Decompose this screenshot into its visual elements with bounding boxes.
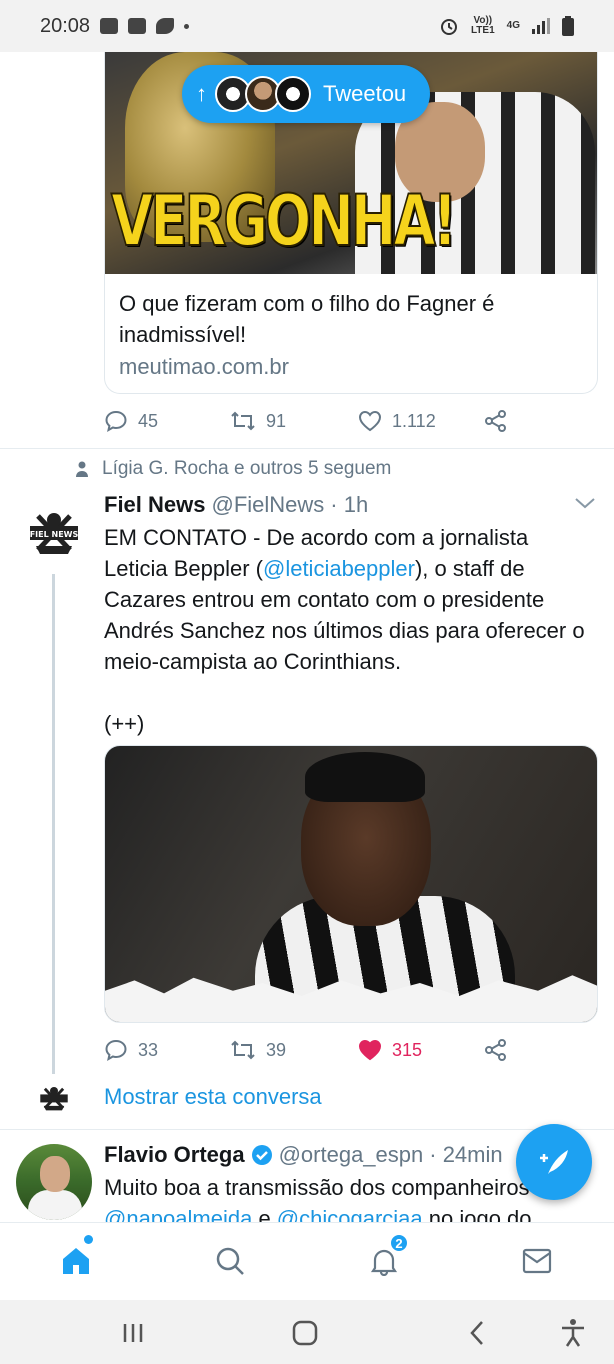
card-image-headline: VERGONHA! [110, 179, 458, 263]
nav-home[interactable] [56, 1235, 96, 1281]
tweet1-actions: 45 91 1.112 [104, 406, 524, 436]
status-left-icons [100, 18, 190, 34]
home-icon [63, 1248, 89, 1274]
mention-link[interactable]: @chicogarciaa [277, 1206, 423, 1222]
avatar [275, 76, 311, 112]
social-context-text: Lígia G. Rocha e outros 5 seguem [102, 458, 392, 479]
like-count: 315 [392, 1039, 423, 1060]
avatar [40, 1087, 68, 1111]
recent-apps-button[interactable] [118, 1318, 148, 1348]
compose-tweet-button[interactable] [516, 1124, 592, 1200]
system-navigation-bar [0, 1300, 614, 1364]
more-notifications-icon [184, 23, 190, 29]
compose-feather-icon [540, 1150, 568, 1174]
share-button[interactable] [484, 1038, 508, 1062]
author-name[interactable]: Fiel News [104, 492, 205, 518]
back-button[interactable] [462, 1318, 492, 1348]
retweet-button[interactable]: 39 [230, 1038, 286, 1062]
avatar[interactable]: FIEL NEWS [26, 506, 82, 562]
social-context[interactable]: Lígia G. Rocha e outros 5 seguem [76, 458, 391, 480]
retweet-button[interactable]: 91 [230, 409, 286, 433]
reply-icon [105, 1039, 127, 1061]
tweet-header: Fiel News @FielNews · 1h [104, 492, 368, 518]
card-domain: meutimao.com.br [119, 354, 289, 379]
share-icon [485, 1039, 506, 1061]
tweet-header: Flavio Ortega @ortega_espn · 24min [104, 1142, 503, 1168]
search-icon [216, 1247, 244, 1275]
retweet-icon [231, 411, 255, 431]
author-handle[interactable]: @FielNews [211, 492, 324, 518]
status-bar: 20:08 Vo)) LTE1 4G [0, 0, 614, 52]
reply-button[interactable]: 33 [104, 1038, 158, 1062]
tweet-divider [0, 1129, 614, 1130]
tweet2-actions: 33 39 315 [104, 1035, 524, 1065]
player-hair-shape [305, 752, 425, 802]
nav-notifications[interactable]: 2 [364, 1233, 409, 1281]
network-type: 4G [506, 20, 520, 31]
retweet-count: 91 [266, 410, 287, 431]
status-right-icons: Vo)) LTE1 4G [439, 16, 574, 36]
arrow-up-icon: ↑ [196, 81, 207, 106]
nav-messages[interactable] [517, 1241, 557, 1281]
thread-line [52, 574, 55, 1074]
battery-icon [562, 16, 574, 36]
new-tweets-pill[interactable]: ↑ Tweetou [182, 65, 430, 123]
tweet-text: EM CONTATO - De acordo com a jornalista … [104, 522, 594, 739]
recent-apps-icon [123, 1324, 143, 1342]
volte-indicator: Vo)) LTE1 [470, 15, 495, 36]
verified-badge-icon [251, 1145, 272, 1165]
status-time: 20:08 [40, 14, 91, 37]
accessibility-icon [562, 1319, 584, 1347]
signal-icon [532, 18, 550, 34]
mention-link[interactable]: @napoalmeida [104, 1206, 252, 1222]
author-name[interactable]: Flavio Ortega [104, 1142, 245, 1168]
heart-filled-icon [358, 1039, 382, 1061]
bottom-navigation: 2 [0, 1222, 614, 1300]
like-count: 1.112 [392, 410, 436, 431]
reply-icon [105, 410, 127, 432]
notification-badge: 2 [389, 1233, 409, 1253]
like-button[interactable]: 1.112 [358, 410, 436, 432]
home-button[interactable] [290, 1318, 320, 1348]
avatar[interactable] [16, 1144, 92, 1220]
retweet-icon [231, 1040, 255, 1060]
chevron-down-icon[interactable] [574, 496, 596, 510]
heart-icon [358, 410, 382, 432]
card-description: O que fizeram com o filho do Fagner é in… [119, 291, 495, 347]
home-square-icon [292, 1320, 318, 1346]
reply-button[interactable]: 45 [104, 409, 158, 433]
back-chevron-icon [470, 1321, 483, 1345]
like-button[interactable]: 315 [358, 1039, 422, 1061]
alarm-icon [440, 19, 457, 35]
new-content-dot [84, 1235, 93, 1244]
tweet-time: · 1h [330, 492, 369, 517]
reply-count: 45 [138, 410, 159, 431]
retweet-count: 39 [266, 1039, 287, 1060]
share-button[interactable] [484, 409, 508, 433]
share-icon [485, 410, 506, 432]
nav-search[interactable] [210, 1241, 250, 1281]
tweet-image[interactable] [104, 745, 598, 1023]
mail-icon [522, 1248, 552, 1274]
app-notification-icon [156, 18, 175, 34]
show-conversation-link[interactable]: Mostrar esta conversa [104, 1084, 322, 1110]
person-icon [76, 461, 88, 477]
tweet-time: · 24min [429, 1142, 503, 1167]
reply-count: 33 [138, 1039, 159, 1060]
new-tweets-label: Tweetou [323, 81, 407, 106]
svg-text:FIEL NEWS: FIEL NEWS [30, 530, 79, 539]
tweet-text-continued: (++) [104, 711, 145, 736]
author-handle[interactable]: @ortega_espn [279, 1142, 424, 1168]
accessibility-button[interactable] [558, 1318, 588, 1348]
mention-link[interactable]: @leticiabeppler [263, 556, 415, 581]
voicemail-icon [128, 18, 147, 34]
game-icon [100, 18, 119, 34]
tweet-divider [0, 448, 614, 449]
